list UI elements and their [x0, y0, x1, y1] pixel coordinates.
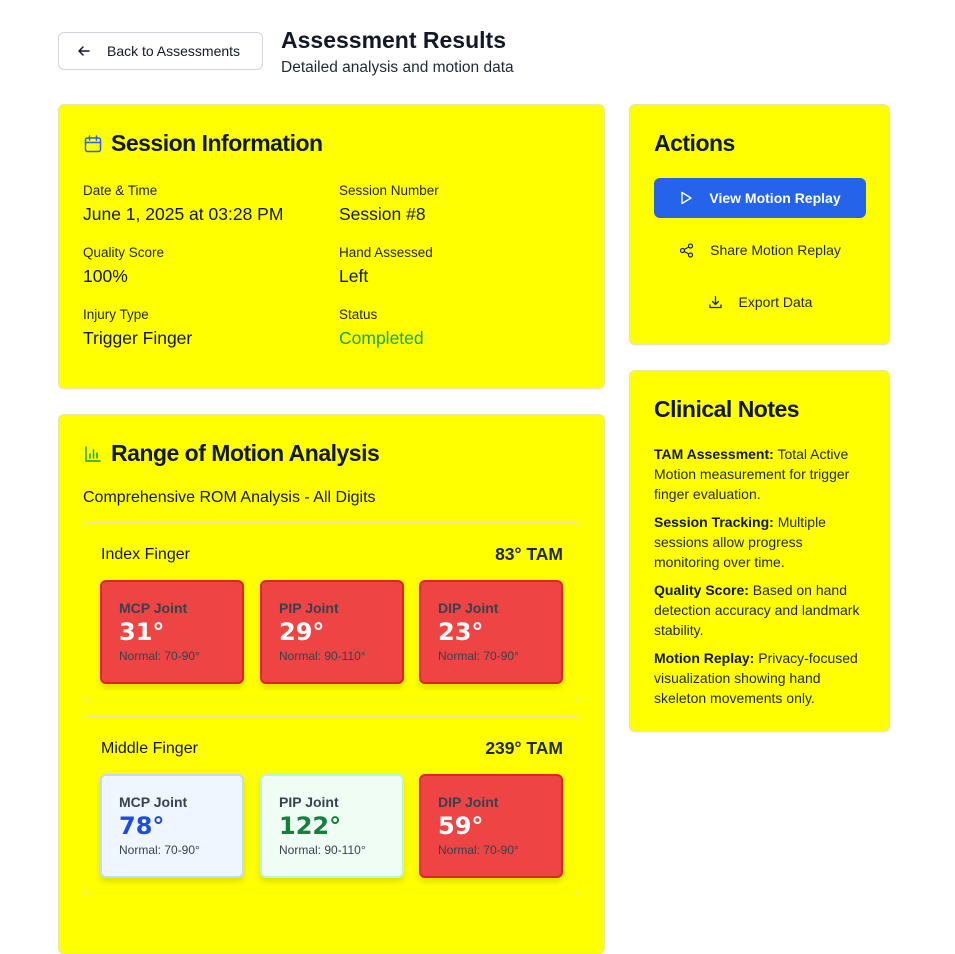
- info-value: June 1, 2025 at 03:28 PM: [83, 204, 284, 224]
- info-label: Session Number: [339, 183, 439, 198]
- joint-card-dip: DIP Joint 23° Normal: 70-90°: [419, 580, 563, 684]
- joint-card-mcp: MCP Joint 31° Normal: 70-90°: [100, 580, 244, 684]
- arrow-left-icon: [77, 44, 91, 58]
- finger-name: Middle Finger: [101, 740, 198, 757]
- info-label: Quality Score: [83, 245, 165, 260]
- joint-card-mcp: MCP Joint 78° Normal: 70-90°: [100, 774, 244, 878]
- session-card-header: Session Information: [83, 130, 323, 157]
- finger-card-index: Index Finger 83° TAM MCP Joint 31° Norma…: [83, 522, 580, 702]
- note-item: Motion Replay: Privacy-focused visualiza…: [654, 648, 868, 708]
- joint-normal-range: Normal: 70-90°: [119, 649, 200, 663]
- finger-tam: 239° TAM: [485, 738, 563, 758]
- play-icon: [679, 191, 693, 205]
- export-data-label: Export Data: [738, 294, 813, 310]
- joint-card-dip: DIP Joint 59° Normal: 70-90°: [419, 774, 563, 878]
- share-replay-label: Share Motion Replay: [710, 242, 841, 258]
- view-motion-replay-button[interactable]: View Motion Replay: [654, 178, 866, 218]
- info-label: Injury Type: [83, 307, 149, 322]
- back-to-assessments-button[interactable]: Back to Assessments: [58, 32, 263, 70]
- joint-name: MCP Joint: [119, 600, 188, 616]
- session-card-title: Session Information: [111, 130, 323, 156]
- actions-card-title: Actions: [654, 130, 735, 156]
- info-value: Session #8: [339, 204, 426, 224]
- view-replay-label: View Motion Replay: [709, 190, 841, 206]
- info-status: Status Completed: [339, 307, 579, 349]
- note-label: Quality Score:: [654, 582, 749, 598]
- rom-subtitle: Comprehensive ROM Analysis - All Digits: [83, 489, 376, 506]
- session-info-grid: Date & Time June 1, 2025 at 03:28 PM Ses…: [83, 183, 593, 349]
- joint-value: 31°: [119, 618, 165, 646]
- share-motion-replay-button[interactable]: Share Motion Replay: [654, 232, 866, 268]
- joint-normal-range: Normal: 90-110°: [279, 843, 366, 857]
- clinical-notes-card: Clinical Notes TAM Assessment: Total Act…: [629, 370, 890, 732]
- info-value: Left: [339, 266, 369, 286]
- notes-card-title: Clinical Notes: [654, 396, 800, 422]
- finger-tam: 83° TAM: [495, 544, 563, 564]
- joint-name: PIP Joint: [279, 794, 339, 810]
- joint-name: DIP Joint: [438, 600, 499, 616]
- session-information-card: Session Information Date & Time June 1, …: [58, 104, 605, 389]
- export-data-button[interactable]: Export Data: [654, 284, 866, 320]
- finger-card-middle: Middle Finger 239° TAM MCP Joint 78° Nor…: [83, 716, 580, 896]
- rom-card-title: Range of Motion Analysis: [111, 440, 380, 466]
- joint-value: 78°: [119, 812, 165, 840]
- note-item: Quality Score: Based on hand detection a…: [654, 580, 868, 640]
- joint-normal-range: Normal: 70-90°: [119, 843, 200, 857]
- notes-list: TAM Assessment: Total Active Motion meas…: [654, 444, 868, 716]
- joint-value: 59°: [438, 812, 484, 840]
- note-label: Session Tracking:: [654, 514, 774, 530]
- joint-card-pip: PIP Joint 29° Normal: 90-110°: [260, 580, 404, 684]
- actions-card: Actions View Motion Replay Share Motion …: [629, 104, 890, 345]
- joint-value: 122°: [279, 812, 342, 840]
- note-item: TAM Assessment: Total Active Motion meas…: [654, 444, 868, 504]
- status-value: Completed: [339, 328, 424, 348]
- joint-value: 29°: [279, 618, 325, 646]
- note-label: TAM Assessment:: [654, 446, 774, 462]
- joint-card-pip: PIP Joint 122° Normal: 90-110°: [260, 774, 404, 878]
- page-title: Assessment Results: [281, 27, 506, 53]
- bar-chart-icon: [83, 444, 103, 464]
- note-item: Session Tracking: Multiple sessions allo…: [654, 512, 868, 572]
- joint-name: DIP Joint: [438, 794, 499, 810]
- finger-name: Index Finger: [101, 546, 190, 563]
- page-subtitle: Detailed analysis and motion data: [281, 59, 514, 76]
- share-icon: [679, 242, 694, 258]
- calendar-icon: [83, 134, 103, 154]
- joint-normal-range: Normal: 70-90°: [438, 843, 519, 857]
- joint-normal-range: Normal: 70-90°: [438, 649, 519, 663]
- info-label: Date & Time: [83, 183, 158, 198]
- info-value: Trigger Finger: [83, 328, 193, 348]
- joint-normal-range: Normal: 90-110°: [279, 649, 366, 663]
- info-label: Hand Assessed: [339, 245, 433, 260]
- info-session-number: Session Number Session #8: [339, 183, 579, 225]
- info-quality-score: Quality Score 100%: [83, 245, 339, 287]
- info-value: 100%: [83, 266, 128, 286]
- rom-card-header: Range of Motion Analysis: [83, 440, 380, 467]
- joint-name: PIP Joint: [279, 600, 339, 616]
- range-of-motion-card: Range of Motion Analysis Comprehensive R…: [58, 414, 605, 954]
- joint-value: 23°: [438, 618, 484, 646]
- note-label: Motion Replay:: [654, 650, 755, 666]
- info-label: Status: [339, 307, 378, 322]
- info-injury-type: Injury Type Trigger Finger: [83, 307, 339, 349]
- info-hand-assessed: Hand Assessed Left: [339, 245, 579, 287]
- download-icon: [708, 295, 723, 310]
- joint-name: MCP Joint: [119, 794, 188, 810]
- info-date-time: Date & Time June 1, 2025 at 03:28 PM: [83, 183, 339, 225]
- back-button-label: Back to Assessments: [107, 43, 241, 59]
